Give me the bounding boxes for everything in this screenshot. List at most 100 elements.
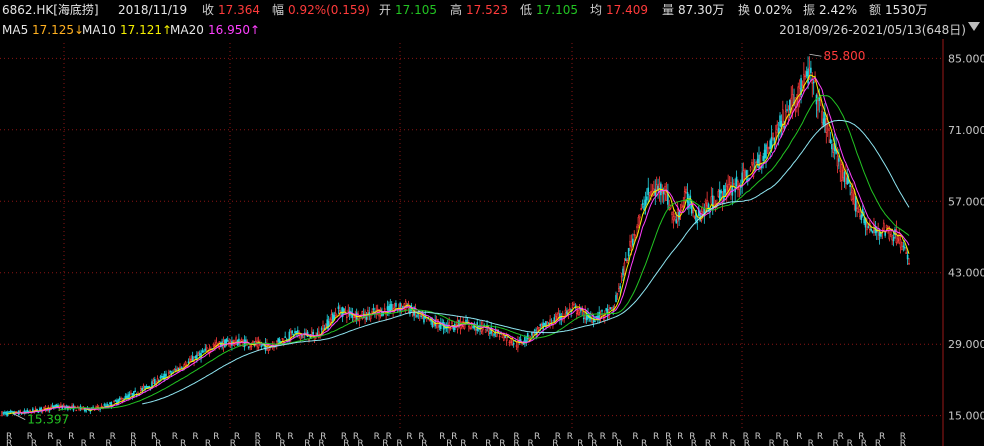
candle-body — [859, 208, 861, 217]
range-dropdown-icon[interactable] — [968, 22, 980, 31]
candle-body — [619, 286, 622, 289]
candle-body — [711, 195, 714, 210]
candle-body — [686, 192, 689, 203]
candle-body — [243, 339, 246, 348]
candle-body — [723, 185, 725, 201]
candle-body — [85, 410, 87, 412]
candle-body — [633, 234, 636, 236]
candle-body — [791, 93, 794, 113]
volume-value: 87.30万 — [678, 3, 725, 17]
candle-body — [772, 133, 774, 139]
candle-body — [539, 324, 542, 327]
candle-body — [839, 169, 842, 172]
y-tick-label: 71.000 — [948, 124, 984, 137]
ma20-value: 16.950↑ — [208, 23, 261, 37]
candle-body — [817, 100, 819, 111]
candle-body — [630, 241, 633, 248]
candle-body — [538, 326, 540, 329]
candle-body — [704, 202, 707, 212]
candle-body — [766, 146, 769, 149]
candle-body — [383, 308, 386, 311]
candle-body — [296, 330, 299, 334]
candle-body — [347, 309, 350, 312]
candle-body — [201, 350, 204, 353]
candle-body — [605, 308, 607, 311]
candle-body — [55, 404, 58, 407]
candle-body — [797, 86, 800, 103]
candle-body — [198, 353, 201, 356]
candle-body — [337, 306, 340, 309]
candle-body — [905, 252, 907, 254]
candle-body — [786, 109, 788, 111]
candle-body — [566, 311, 568, 315]
candle-body — [749, 167, 752, 171]
y-tick-label: 15.000 — [948, 410, 984, 423]
candle-body — [423, 316, 425, 323]
candle-body — [783, 126, 786, 128]
candle-body — [512, 342, 515, 345]
candle-body — [779, 115, 781, 127]
candle-body — [498, 335, 501, 338]
candle-body — [204, 348, 207, 351]
candle-body — [325, 323, 327, 328]
candle-body — [777, 127, 780, 134]
candle-body — [540, 324, 543, 327]
candle-body — [343, 308, 345, 312]
candle-body — [763, 149, 766, 159]
candle-body — [152, 380, 155, 385]
candle-body — [34, 408, 37, 410]
candle-body — [301, 334, 303, 337]
date-range[interactable]: 2018/09/26-2021/05/13(648日) — [779, 22, 966, 38]
ma20-label: MA20 — [170, 23, 204, 37]
candle-body — [854, 196, 857, 212]
candle-body — [224, 339, 226, 348]
grid — [0, 39, 944, 446]
candle-body — [720, 190, 722, 194]
candle-body — [2, 412, 5, 414]
candle-body — [842, 169, 844, 178]
candle-body — [376, 308, 379, 311]
annotation-leader — [809, 53, 822, 57]
candle-body — [850, 192, 853, 201]
candle-body — [501, 333, 504, 338]
quote-bar: 6862.HK[海底捞] 2018/11/19 收 17.364 幅 0.92%… — [0, 0, 984, 20]
candle-body — [717, 191, 720, 197]
candle-body — [372, 308, 375, 310]
y-tick-label: 57.000 — [948, 195, 984, 208]
candle-body — [137, 392, 139, 395]
candle-body — [346, 316, 348, 319]
ma-bar: MA5 17.125↓ MA10 17.121↑ MA20 16.950↑ 20… — [0, 21, 984, 39]
candle-body — [60, 404, 62, 407]
ma5-label: MA5 — [2, 23, 29, 37]
candle-body — [8, 411, 10, 413]
price-axis: 85.000 71.000 57.000 43.000 29.000 15.000 — [948, 52, 984, 422]
candle-body — [543, 322, 546, 326]
candle-body — [898, 233, 900, 244]
candle-body — [207, 351, 209, 353]
candle-body — [751, 161, 753, 165]
ma10-label: MA10 — [82, 23, 116, 37]
candle-body — [836, 155, 839, 167]
candle-body — [629, 240, 631, 246]
price-low-label: 15.397 — [27, 413, 69, 427]
candle-body — [737, 181, 739, 191]
candle-body — [832, 148, 835, 153]
candle-body — [758, 154, 760, 169]
candle-body — [776, 124, 779, 131]
candle-body — [756, 158, 759, 163]
candle-body — [432, 323, 435, 325]
candle-body — [718, 190, 721, 201]
candle-body — [215, 341, 218, 346]
candle-body — [828, 128, 830, 131]
price-high-label: 85.800 — [823, 49, 865, 63]
candlestick-chart[interactable]: 85.000 71.000 57.000 43.000 29.000 15.000 85.… — [0, 39, 984, 446]
candle-body — [489, 332, 491, 334]
candle-body — [637, 217, 640, 226]
candle-body — [885, 225, 888, 229]
candle-body — [908, 263, 910, 265]
candle-body — [615, 295, 617, 302]
candle-body — [618, 288, 620, 292]
candle-body — [218, 341, 221, 349]
candle-body — [625, 258, 627, 261]
symbol: 6862.HK[海底捞] — [2, 3, 99, 17]
